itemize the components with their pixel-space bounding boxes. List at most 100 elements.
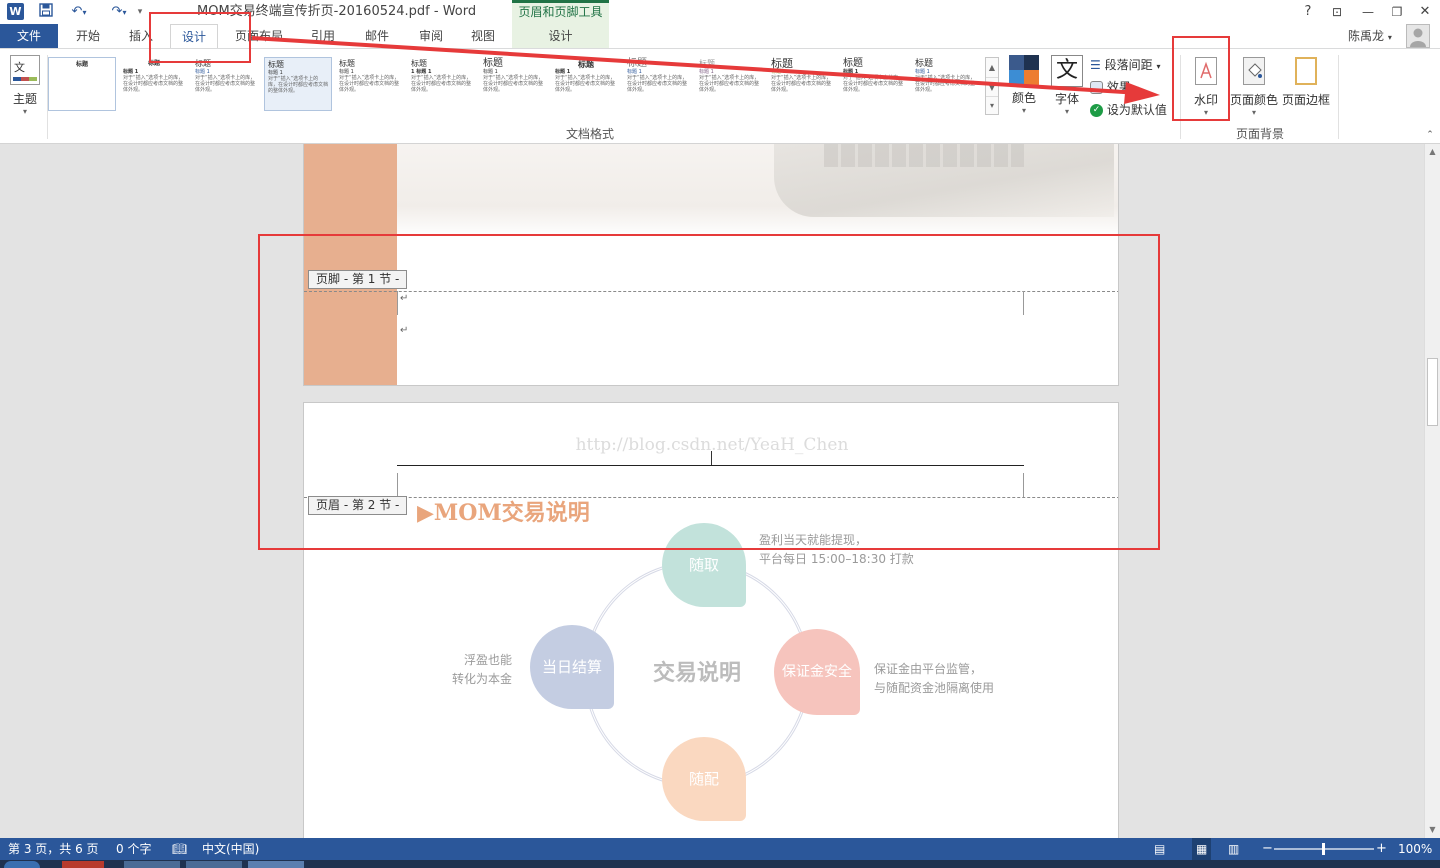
style-set-3[interactable]: 标题 标题 1 对于“插入”选项卡上的库，在设计时都应考虑文档的整体外观。 <box>192 57 260 111</box>
taskbar-app-3[interactable] <box>186 861 242 868</box>
themes-label: 主题 <box>12 92 37 106</box>
tab-view[interactable]: 视图 <box>460 24 506 48</box>
set-as-default-button[interactable]: ✓ 设为默认值 <box>1090 100 1167 120</box>
colors-button[interactable]: 颜色 ▾ <box>1008 55 1040 119</box>
language[interactable]: 中文(中国) <box>202 838 259 860</box>
annotation-box-watermark <box>1172 36 1230 121</box>
gallery-scroll: ▲ ▼ ▾ <box>985 57 999 115</box>
page-color-label: 页面颜色 <box>1230 93 1279 107</box>
style-set-13[interactable]: 标题 标题 1 对于“插入”选项卡上的库，在设计时都应考虑文档的整体外观。 <box>912 57 980 111</box>
chevron-down-icon: ▾ <box>22 107 27 116</box>
word-app-icon[interactable]: W <box>7 3 24 20</box>
note-right: 保证金由平台监管， 与随配资金池隔离使用 <box>874 660 994 698</box>
word-count[interactable]: 0 个字 <box>116 838 151 860</box>
chevron-down-icon: ▾ <box>1064 107 1069 116</box>
style-set-8[interactable]: 标题 标题 1 对于“插入”选项卡上的库，在设计时都应考虑文档的整体外观。 <box>552 57 620 111</box>
effects-label: 效果 <box>1106 80 1131 94</box>
vertical-scrollbar[interactable]: ▲ ▼ <box>1424 144 1440 838</box>
tab-mailings[interactable]: 邮件 <box>354 24 400 48</box>
page-color-button[interactable]: 页面颜色 ▾ <box>1230 55 1278 119</box>
annotation-box-header-footer <box>258 234 1160 550</box>
zoom-slider-thumb[interactable] <box>1322 843 1325 855</box>
undo-icon[interactable]: ↶▾ <box>66 3 92 21</box>
note-left-line1: 浮盈也能 <box>463 653 512 667</box>
paragraph-spacing-label: 段落间距 <box>1104 58 1153 72</box>
minimize-button[interactable]: — <box>1356 3 1380 21</box>
page-borders-label: 页面边框 <box>1282 93 1331 107</box>
proofing-icon[interactable]: 📖︎ <box>172 838 187 860</box>
gallery-more-icon[interactable]: ▾ <box>986 96 998 114</box>
zoom-in-button[interactable]: + <box>1376 838 1387 860</box>
restore-button[interactable]: ❐ <box>1385 3 1409 21</box>
tab-file[interactable]: 文件 <box>0 24 58 48</box>
close-button[interactable]: ✕ <box>1413 3 1437 21</box>
customize-quick-access-icon[interactable]: ▾ <box>134 3 146 21</box>
tab-references[interactable]: 引用 <box>300 24 346 48</box>
style-set-7[interactable]: 标题 标题 1 对于“插入”选项卡上的库，在设计时都应考虑文档的整体外观。 <box>480 57 548 111</box>
chevron-down-icon: ▾ <box>1021 106 1026 115</box>
center-title: 交易说明 <box>652 660 741 686</box>
style-set-10[interactable]: 标题 标题 1 对于“插入”选项卡上的库，在设计时都应考虑文档的整体外观。 <box>696 57 764 111</box>
gallery-up-icon[interactable]: ▲ <box>986 58 998 77</box>
effects-button[interactable]: 效果 ▾ <box>1090 77 1139 97</box>
bubble-left: 当日结算 <box>530 625 614 709</box>
style-set-4[interactable]: 标题 标题 1 对于“插入”选项卡上的库，在设计时都应考虑文档的整体外观。 <box>264 57 332 111</box>
scroll-thumb[interactable] <box>1427 358 1438 426</box>
start-button[interactable] <box>4 861 40 868</box>
style-set-12[interactable]: 标题 标题 1 对于“插入”选项卡上的库，在设计时都应考虑文档的整体外观。 <box>840 57 908 111</box>
collapse-ribbon-icon[interactable]: ⌃ <box>1424 129 1436 141</box>
taskbar-app-2[interactable] <box>124 861 180 868</box>
style-set-11[interactable]: 标题 标题 1 对于“插入”选项卡上的库，在设计时都应考虑文档的整体外观。 <box>768 57 836 111</box>
style-set-6[interactable]: 标题 1 标题 1 对于“插入”选项卡上的库，在设计时都应考虑文档的整体外观。 <box>408 57 476 111</box>
tab-header-footer-design[interactable]: 设计 <box>512 24 609 48</box>
annotation-box-design-tab <box>149 12 251 63</box>
effects-icon <box>1090 81 1103 94</box>
zoom-slider[interactable] <box>1274 843 1374 855</box>
print-layout-icon[interactable]: ▦ <box>1192 838 1212 860</box>
fonts-button[interactable]: 文 字体 ▾ <box>1050 55 1084 119</box>
bubble-bottom: 随配 <box>662 737 746 821</box>
help-button[interactable]: ? <box>1298 3 1318 21</box>
group-label-page-background: 页面背景 <box>1235 127 1284 141</box>
zoom-out-button[interactable]: − <box>1262 838 1273 860</box>
user-name[interactable]: 陈禹龙 ▾ <box>1348 27 1392 45</box>
page-count[interactable]: 第 3 页，共 6 页 <box>8 838 99 860</box>
style-set-2[interactable]: 标题 标题 1 对于“插入”选项卡上的库，在设计时都应考虑文档的整体外观。 <box>120 57 188 111</box>
status-bar: 第 3 页，共 6 页 0 个字 📖︎ 中文(中国) ▤ ▦ ▥ − + 100… <box>0 838 1440 860</box>
read-mode-icon[interactable]: ▤ <box>1154 838 1165 860</box>
group-label-doc-format: 文档格式 <box>565 127 614 141</box>
redo-icon[interactable]: ↷▾ <box>106 3 132 21</box>
colors-label: 颜色 <box>1011 91 1036 105</box>
taskbar-app-1[interactable] <box>62 861 104 868</box>
laptop-keys <box>824 144 1024 167</box>
scroll-up-icon[interactable]: ▲ <box>1425 144 1440 160</box>
avatar[interactable] <box>1406 24 1430 48</box>
paragraph-spacing-icon: ☰ <box>1090 58 1101 72</box>
paragraph-spacing-button[interactable]: ☰ 段落间距 ▾ <box>1090 55 1160 75</box>
style-set-5[interactable]: 标题 标题 1 对于“插入”选项卡上的库，在设计时都应考虑文档的整体外观。 <box>336 57 404 111</box>
user-name-label: 陈禹龙 <box>1348 29 1385 43</box>
chevron-down-icon: ▾ <box>1251 108 1256 117</box>
tab-home[interactable]: 开始 <box>62 24 114 48</box>
checkmark-icon: ✓ <box>1090 104 1103 117</box>
paint-bucket-icon <box>1243 57 1265 85</box>
ribbon-display-options-button[interactable]: ⊡ <box>1326 3 1348 21</box>
web-layout-icon[interactable]: ▥ <box>1228 838 1239 860</box>
bubble-left-label: 当日结算 <box>541 658 602 676</box>
gallery-down-icon[interactable]: ▼ <box>986 77 998 96</box>
bubble-bottom-label: 随配 <box>688 770 719 788</box>
zoom-level[interactable]: 100% <box>1398 838 1432 860</box>
taskbar-app-word[interactable] <box>248 861 304 868</box>
scroll-down-icon[interactable]: ▼ <box>1425 822 1440 838</box>
page-borders-button[interactable]: 页面边框 <box>1282 55 1330 119</box>
tab-review[interactable]: 审阅 <box>408 24 454 48</box>
save-icon[interactable] <box>36 3 56 21</box>
style-set-9[interactable]: 标题 标题 1 对于“插入”选项卡上的库，在设计时都应考虑文档的整体外观。 <box>624 57 692 111</box>
note-right-line1: 保证金由平台监管， <box>874 662 983 676</box>
set-as-default-label: 设为默认值 <box>1106 103 1167 117</box>
note-left-line2: 转化为本金 <box>451 672 512 686</box>
chevron-down-icon: ▾ <box>1156 62 1161 71</box>
style-set-1[interactable]: 标题 <box>48 57 116 111</box>
themes-icon: 文 <box>10 55 40 85</box>
themes-button[interactable]: 文 主题 ▾ <box>6 55 44 119</box>
